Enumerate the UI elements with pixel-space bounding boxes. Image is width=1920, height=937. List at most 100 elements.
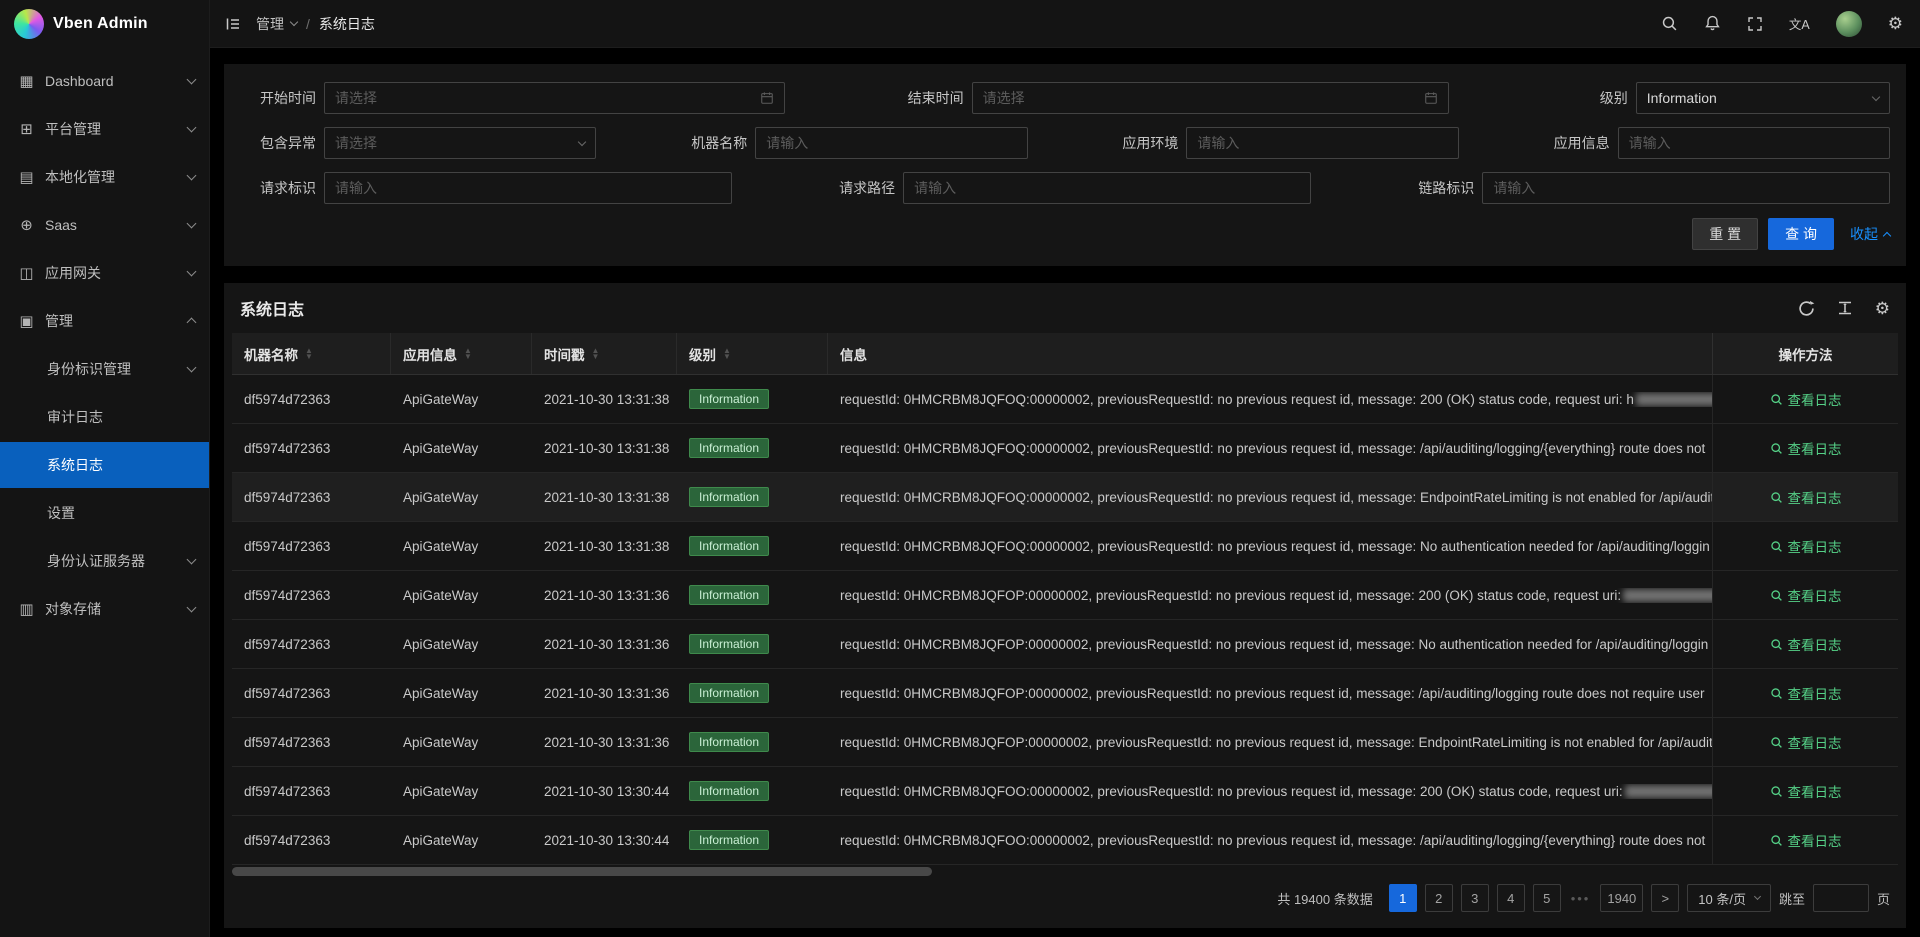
cell-machine-name: df5974d72363 <box>232 392 391 407</box>
request-id-input[interactable] <box>335 180 721 196</box>
next-page-button[interactable]: > <box>1651 884 1679 912</box>
view-log-link[interactable]: 查看日志 <box>1770 585 1842 605</box>
start-time-input[interactable] <box>335 90 752 106</box>
view-log-link[interactable]: 查看日志 <box>1770 683 1842 703</box>
page-content: 开始时间 结束时间 级别 <box>210 48 1920 937</box>
page-button-last[interactable]: 1940 <box>1600 884 1643 912</box>
cell-actions: 查看日志 <box>1712 620 1898 668</box>
search-icon[interactable] <box>1648 0 1691 47</box>
column-header-machine-name[interactable]: 机器名称 ▲▼ <box>232 333 391 374</box>
search-icon <box>1770 589 1783 602</box>
collapse-link[interactable]: 收起 <box>1850 224 1890 244</box>
breadcrumb-item-management[interactable]: 管理 <box>256 14 297 34</box>
app-info-input[interactable] <box>1629 135 1879 151</box>
sidebar-item-label: 系统日志 <box>47 455 195 475</box>
sidebar-item-saas[interactable]: ⊕ Saas <box>0 202 209 248</box>
request-path-input[interactable] <box>914 180 1300 196</box>
cell-message: requestId: 0HMCRBM8JQFOQ:00000002, previ… <box>828 441 1712 456</box>
page-ellipsis[interactable]: ••• <box>1571 891 1591 906</box>
cell-message: requestId: 0HMCRBM8JQFOQ:00000002, previ… <box>828 490 1712 505</box>
collapse-label: 收起 <box>1850 224 1878 244</box>
end-time-picker[interactable] <box>972 82 1449 114</box>
cell-level: Information <box>677 389 828 409</box>
jump-page-input[interactable] <box>1813 884 1869 912</box>
page-button-2[interactable]: 2 <box>1425 884 1453 912</box>
app-env-field: 应用环境 <box>1102 127 1458 159</box>
page-button-1[interactable]: 1 <box>1389 884 1417 912</box>
cell-timestamp: 2021-10-30 13:31:36 <box>532 588 677 603</box>
view-log-label: 查看日志 <box>1788 781 1842 801</box>
view-log-link[interactable]: 查看日志 <box>1770 732 1842 752</box>
page-button-4[interactable]: 4 <box>1497 884 1525 912</box>
bell-icon[interactable] <box>1691 0 1734 47</box>
view-log-link[interactable]: 查看日志 <box>1770 536 1842 556</box>
column-height-icon[interactable] <box>1837 300 1853 316</box>
cell-level: Information <box>677 634 828 654</box>
menu-fold-icon[interactable] <box>210 0 256 48</box>
view-log-link[interactable]: 查看日志 <box>1770 781 1842 801</box>
column-label: 操作方法 <box>1779 344 1833 364</box>
view-log-link[interactable]: 查看日志 <box>1770 634 1842 654</box>
trace-id-input[interactable] <box>1493 180 1879 196</box>
end-time-input[interactable] <box>983 90 1416 106</box>
settings-gear-icon[interactable]: ⚙ <box>1875 300 1890 317</box>
level-select-value: Information <box>1647 90 1865 106</box>
view-log-link[interactable]: 查看日志 <box>1770 438 1842 458</box>
app-info-control[interactable] <box>1618 127 1890 159</box>
search-icon <box>1770 442 1783 455</box>
translate-icon[interactable]: 文A <box>1776 0 1823 47</box>
cell-machine-name: df5974d72363 <box>232 833 391 848</box>
end-time-field: 结束时间 <box>888 82 1449 114</box>
machine-name-control[interactable] <box>755 127 1027 159</box>
sidebar-item-audit-log[interactable]: 审计日志 <box>0 394 209 440</box>
page-size-select[interactable]: 10 条/页 <box>1687 884 1771 912</box>
request-id-control[interactable] <box>324 172 732 204</box>
cell-message: requestId: 0HMCRBM8JQFOQ:00000002, previ… <box>828 539 1712 554</box>
table-row: df5974d72363 ApiGateWay 2021-10-30 13:30… <box>232 767 1898 816</box>
view-log-link[interactable]: 查看日志 <box>1770 389 1842 409</box>
column-header-app-info[interactable]: 应用信息 ▲▼ <box>391 333 532 374</box>
level-select[interactable]: Information <box>1636 82 1890 114</box>
horizontal-scrollbar-thumb[interactable] <box>232 867 932 876</box>
reset-button[interactable]: 重 置 <box>1692 218 1758 250</box>
view-log-link[interactable]: 查看日志 <box>1770 830 1842 850</box>
field-label: 包含异常 <box>240 133 316 153</box>
sidebar-item-identity-management[interactable]: 身份标识管理 <box>0 346 209 392</box>
breadcrumb-label: 管理 <box>256 14 284 34</box>
settings-gear-icon[interactable]: ⚙ <box>1875 0 1916 47</box>
sidebar-item-dashboard[interactable]: ▦ Dashboard <box>0 58 209 104</box>
reload-icon[interactable] <box>1798 300 1815 317</box>
app-env-control[interactable] <box>1186 127 1458 159</box>
cell-app-info: ApiGateWay <box>391 735 532 750</box>
view-log-link[interactable]: 查看日志 <box>1770 487 1842 507</box>
trace-id-control[interactable] <box>1482 172 1890 204</box>
app-env-input[interactable] <box>1197 135 1447 151</box>
has-exception-select[interactable]: 请选择 <box>324 127 596 159</box>
cell-app-info: ApiGateWay <box>391 686 532 701</box>
avatar[interactable] <box>1823 0 1875 47</box>
sidebar-item-auth-server[interactable]: 身份认证服务器 <box>0 538 209 584</box>
machine-name-input[interactable] <box>766 135 1016 151</box>
column-header-level[interactable]: 级别 ▲▼ <box>677 333 828 374</box>
logo[interactable]: Vben Admin <box>0 0 209 48</box>
sidebar-item-system-log[interactable]: 系统日志 <box>0 442 209 488</box>
start-time-picker[interactable] <box>324 82 785 114</box>
fullscreen-icon[interactable] <box>1734 0 1776 47</box>
sidebar-item-settings[interactable]: 设置 <box>0 490 209 536</box>
view-log-label: 查看日志 <box>1788 487 1842 507</box>
sidebar-item-platform-management[interactable]: ⊞ 平台管理 <box>0 106 209 152</box>
page-button-3[interactable]: 3 <box>1461 884 1489 912</box>
sidebar-item-object-storage[interactable]: ▥ 对象存储 <box>0 586 209 632</box>
sidebar-item-localization-management[interactable]: ▤ 本地化管理 <box>0 154 209 200</box>
app-root: Vben Admin ▦ Dashboard ⊞ 平台管理 ▤ 本地化管理 ⊕ … <box>0 0 1920 937</box>
search-button[interactable]: 查 询 <box>1768 218 1834 250</box>
page-button-5[interactable]: 5 <box>1533 884 1561 912</box>
column-header-timestamp[interactable]: 时间戳 ▲▼ <box>532 333 677 374</box>
sidebar-item-management[interactable]: ▣ 管理 <box>0 298 209 344</box>
saas-icon: ⊕ <box>18 216 35 234</box>
view-log-label: 查看日志 <box>1788 438 1842 458</box>
cell-actions: 查看日志 <box>1712 718 1898 766</box>
field-label: 链路标识 <box>1398 178 1474 198</box>
request-path-control[interactable] <box>903 172 1311 204</box>
sidebar-item-app-gateway[interactable]: ◫ 应用网关 <box>0 250 209 296</box>
